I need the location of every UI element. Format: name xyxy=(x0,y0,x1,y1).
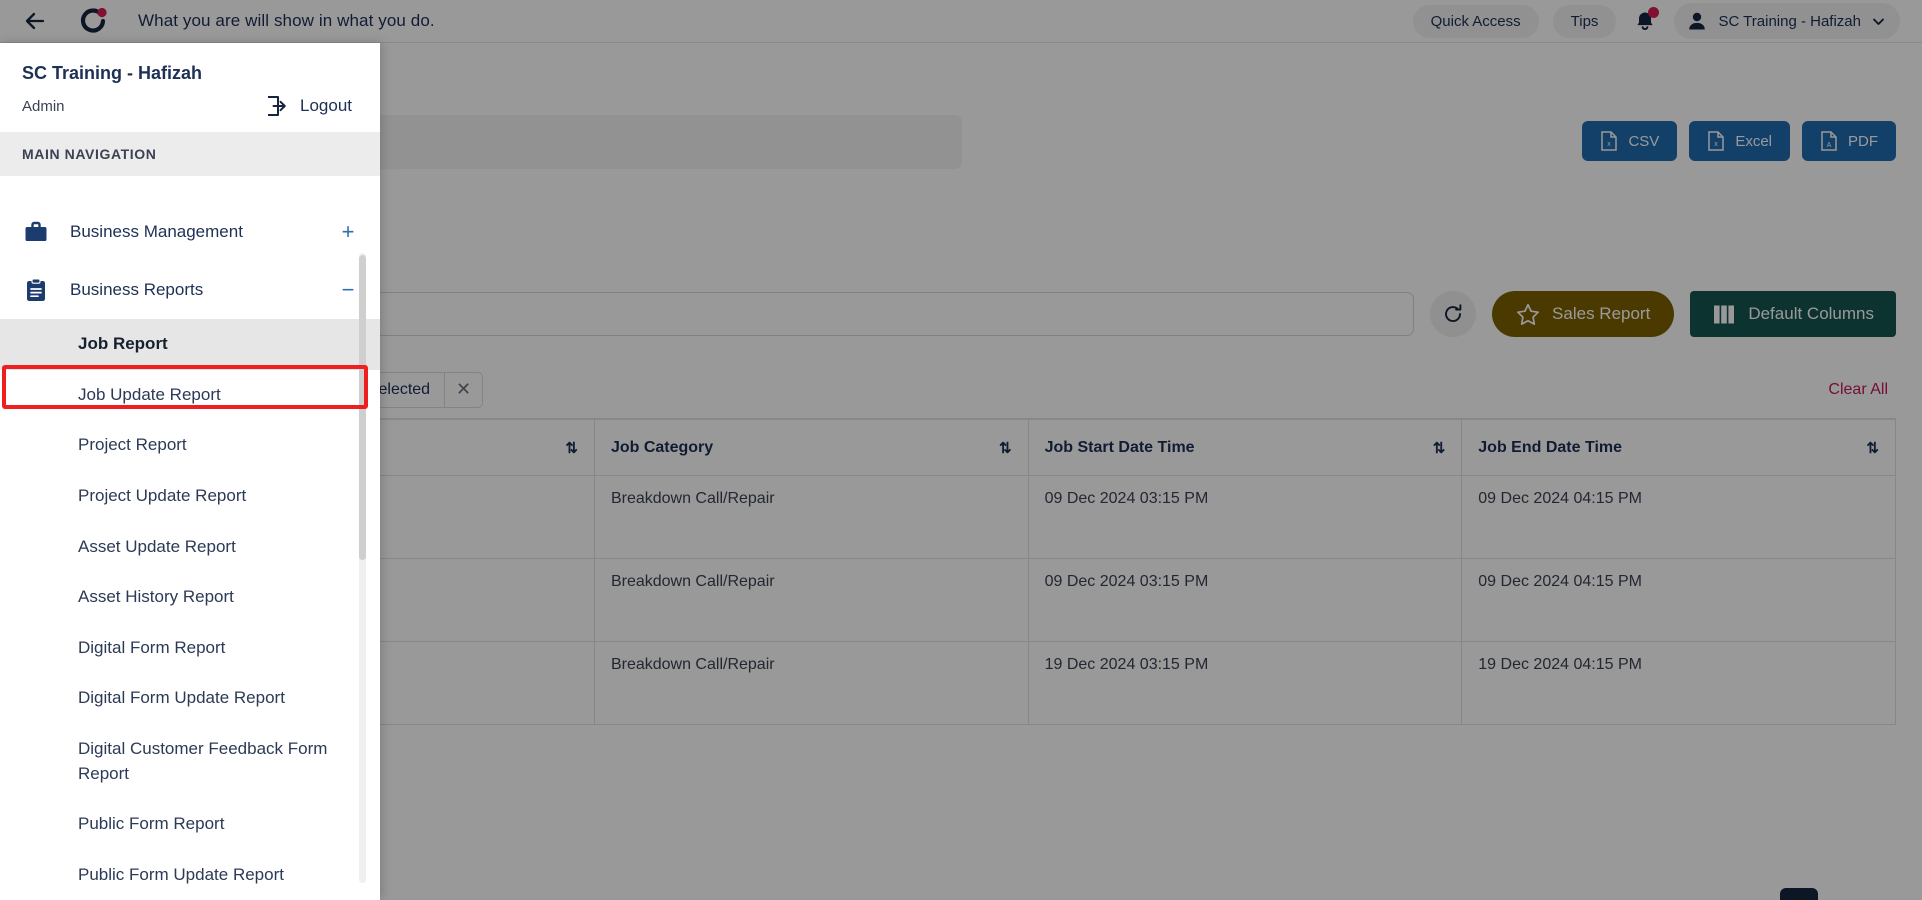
row-job-start-cell: 19 Dec 2024 03:15 PM xyxy=(1027,641,1463,725)
sidebar-item-digital-form-update-report[interactable]: Digital Form Update Report xyxy=(0,673,380,724)
logout-button[interactable]: Logout xyxy=(264,94,352,118)
quick-access-button[interactable]: Quick Access xyxy=(1412,4,1539,38)
tips-button[interactable]: Tips xyxy=(1552,4,1617,38)
column-header-job-category[interactable]: Job Category ⇅ xyxy=(593,419,1029,476)
sidebar-item-business-reports-label: Business Reports xyxy=(70,280,204,299)
default-columns-label: Default Columns xyxy=(1748,304,1874,323)
sidebar-item-project-report[interactable]: Project Report xyxy=(0,420,380,471)
pagination-prev-button[interactable]: ‹ xyxy=(1744,896,1751,900)
column-header-job-end-label: Job End Date Time xyxy=(1478,438,1623,456)
export-csv-button[interactable]: x CSV xyxy=(1582,121,1678,161)
export-pdf-label: PDF xyxy=(1848,132,1878,150)
collapse-toggle-icon[interactable]: − xyxy=(338,277,358,303)
columns-icon xyxy=(1714,305,1735,323)
pagination-next-button[interactable]: › xyxy=(1848,896,1855,900)
brand-logo-icon[interactable] xyxy=(78,6,108,36)
row-job-category-cell: Breakdown Call/Repair xyxy=(593,558,1029,642)
sidebar-item-digital-customer-feedback-form-report[interactable]: Digital Customer Feedback Form Report xyxy=(0,724,380,799)
briefcase-icon xyxy=(22,221,50,244)
expand-toggle-icon[interactable]: + xyxy=(338,219,358,245)
drawer-org-row: Admin Logout xyxy=(22,94,358,118)
sidebar-item-public-form-update-report[interactable]: Public Form Update Report xyxy=(0,850,380,900)
sidebar-item-business-reports[interactable]: Business Reports − xyxy=(0,261,380,319)
column-header-job-end[interactable]: Job End Date Time ⇅ xyxy=(1461,419,1896,476)
sort-icon[interactable]: ⇅ xyxy=(1866,439,1879,457)
top-header-bar: What you are will show in what you do. Q… xyxy=(0,0,1922,43)
navigation-drawer: SC Training - Hafizah Admin Logout MAIN … xyxy=(0,43,380,900)
sort-icon[interactable]: ⇅ xyxy=(999,439,1012,457)
drawer-header: SC Training - Hafizah Admin Logout xyxy=(0,43,380,132)
tagline-text: What you are will show in what you do. xyxy=(138,11,435,30)
sidebar-item-asset-history-report[interactable]: Asset History Report xyxy=(0,572,380,623)
pdf-file-icon: A xyxy=(1821,131,1837,151)
sales-report-button[interactable]: Sales Report xyxy=(1492,291,1675,337)
pagination-last-button[interactable]: » xyxy=(1885,896,1896,900)
chevron-down-icon xyxy=(1873,18,1884,25)
sidebar-scrollbar-thumb[interactable] xyxy=(359,255,366,560)
sort-icon[interactable]: ⇅ xyxy=(565,439,578,457)
csv-file-icon: x xyxy=(1601,131,1618,151)
default-columns-button[interactable]: Default Columns xyxy=(1690,291,1896,337)
sidebar-item-job-update-report[interactable]: Job Update Report xyxy=(0,370,380,421)
row-job-start-cell: 09 Dec 2024 03:15 PM xyxy=(1027,475,1463,559)
user-name-label: SC Training - Hafizah xyxy=(1718,12,1861,30)
pagination-page-1-button[interactable]: 1 xyxy=(1780,888,1819,900)
main-navigation-title: MAIN NAVIGATION xyxy=(0,132,380,176)
notification-badge-dot xyxy=(1648,7,1660,18)
clipboard-icon xyxy=(22,278,50,302)
row-job-start-cell: 09 Dec 2024 03:15 PM xyxy=(1027,558,1463,642)
back-arrow-icon[interactable] xyxy=(22,8,48,34)
row-job-end-cell: 09 Dec 2024 04:15 PM xyxy=(1461,475,1896,559)
row-job-category-cell: Breakdown Call/Repair xyxy=(593,475,1029,559)
column-header-job-start[interactable]: Job Start Date Time ⇅ xyxy=(1027,419,1463,476)
clear-all-filters-button[interactable]: Clear All xyxy=(1828,381,1896,399)
navigation-scroll-area: Business Management + Business Reports −… xyxy=(0,203,380,900)
sidebar-item-business-management[interactable]: Business Management + xyxy=(0,203,380,261)
refresh-button[interactable] xyxy=(1430,291,1477,337)
sidebar-item-digital-form-report[interactable]: Digital Form Report xyxy=(0,623,380,674)
sidebar-item-asset-update-report[interactable]: Asset Update Report xyxy=(0,522,380,573)
column-header-job-start-label: Job Start Date Time xyxy=(1044,438,1195,456)
sort-icon[interactable]: ⇅ xyxy=(1433,439,1446,457)
star-icon xyxy=(1517,303,1539,325)
export-csv-label: CSV xyxy=(1628,132,1660,150)
sidebar-item-project-update-report[interactable]: Project Update Report xyxy=(0,471,380,522)
app-root: What you are will show in what you do. Q… xyxy=(0,0,1922,900)
export-excel-button[interactable]: x Excel xyxy=(1689,121,1790,161)
close-icon[interactable]: ✕ xyxy=(444,372,482,407)
sidebar-item-public-form-report[interactable]: Public Form Report xyxy=(0,799,380,850)
svg-text:x: x xyxy=(1715,141,1719,148)
refresh-icon xyxy=(1445,304,1462,322)
svg-text:x: x xyxy=(1608,141,1612,148)
pagination-first-button[interactable]: « xyxy=(1702,896,1713,900)
sidebar-item-business-management-label: Business Management xyxy=(70,222,243,241)
row-job-category-cell: Breakdown Call/Repair xyxy=(593,641,1029,725)
drawer-org-name: SC Training - Hafizah xyxy=(22,63,203,83)
logout-icon xyxy=(268,96,286,116)
column-header-job-category-label: Job Category xyxy=(610,438,714,456)
export-excel-label: Excel xyxy=(1735,132,1772,150)
sales-report-label: Sales Report xyxy=(1552,304,1651,323)
user-menu-button[interactable]: SC Training - Hafizah xyxy=(1674,3,1900,39)
sidebar-item-job-report[interactable]: Job Report xyxy=(0,319,380,370)
svg-text:A: A xyxy=(1827,142,1832,149)
pagination: « ‹ 1 › » xyxy=(1702,888,1896,900)
logout-label: Logout xyxy=(300,96,352,115)
row-job-end-cell: 09 Dec 2024 04:15 PM xyxy=(1461,558,1896,642)
notifications-button[interactable] xyxy=(1630,6,1660,36)
top-header-actions: Quick Access Tips SC Training - Hafizah xyxy=(1412,3,1922,39)
export-buttons-group: x CSV x Excel A PDF xyxy=(1582,121,1896,161)
excel-file-icon: x xyxy=(1708,131,1725,151)
user-avatar-icon xyxy=(1689,12,1706,30)
row-job-end-cell: 19 Dec 2024 04:15 PM xyxy=(1461,641,1896,725)
drawer-user-role: Admin xyxy=(22,97,65,115)
export-pdf-button[interactable]: A PDF xyxy=(1802,121,1896,161)
